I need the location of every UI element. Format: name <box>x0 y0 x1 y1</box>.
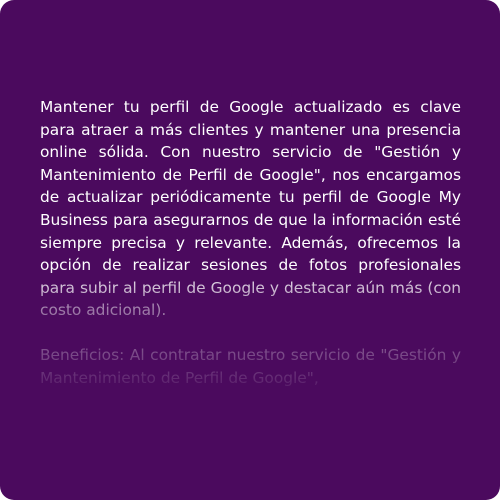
service-card: Mantener tu perfil de Google actualizado… <box>0 0 500 500</box>
service-description: Mantener tu perfil de Google actualizado… <box>40 96 461 394</box>
description-paragraph: Mantener tu perfil de Google actualizado… <box>40 98 461 320</box>
benefits-paragraph: Beneficios: Al contratar nuestro servici… <box>40 345 461 387</box>
